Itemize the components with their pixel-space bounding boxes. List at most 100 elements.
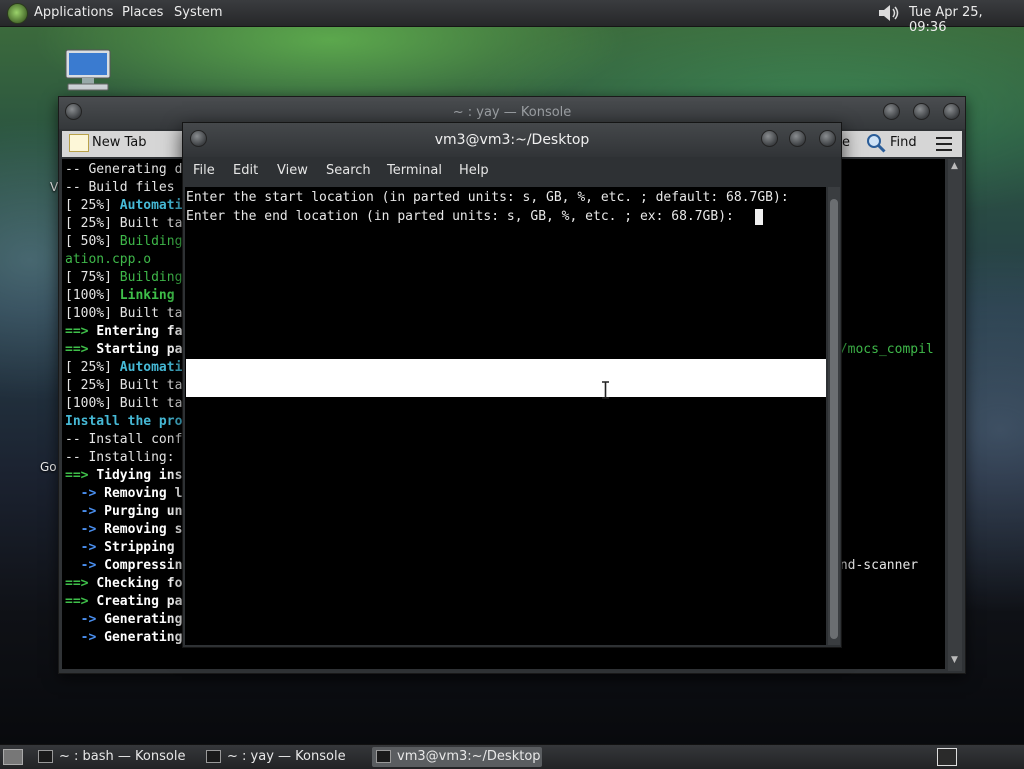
- find-button[interactable]: Find: [890, 135, 917, 150]
- terminal-line-fragment: n/mocs_compil: [832, 342, 934, 357]
- terminal-text-segment: [ 25%] Built ta: [65, 378, 183, 393]
- terminal-line: Enter the end location (in parted units:…: [186, 209, 742, 224]
- terminal-text-segment: ==>: [65, 342, 97, 357]
- menu-help[interactable]: Help: [459, 163, 489, 178]
- terminal-text-segment: Linking: [119, 288, 183, 303]
- computer-icon[interactable]: [64, 48, 112, 92]
- desktop-label-fragment: Go: [40, 460, 57, 474]
- task-vm3-desktop[interactable]: vm3@vm3:~/Desktop: [372, 747, 542, 767]
- terminal-line: [100%] Linking: [65, 287, 182, 305]
- task-bash-konsole[interactable]: ~ : bash — Konsole: [38, 747, 198, 767]
- maximize-button[interactable]: [789, 130, 806, 147]
- terminal-line: ==> Tidying ins: [65, 467, 182, 485]
- minimize-button[interactable]: [883, 103, 900, 120]
- terminal-text-segment: Removing l: [104, 486, 183, 501]
- terminal-line: ation.cpp.o: [65, 251, 151, 269]
- terminal-text-segment: Creating pa: [96, 594, 183, 609]
- terminal-text-segment: Generating: [104, 612, 183, 627]
- terminal-text-segment: Tidying ins: [96, 468, 183, 483]
- terminal-text-segment: Starting pa: [96, 342, 183, 357]
- terminal-text-segment: ==>: [65, 468, 97, 483]
- distro-logo-icon[interactable]: [7, 3, 28, 24]
- close-button[interactable]: [819, 130, 836, 147]
- terminal-text-segment: Building: [119, 270, 183, 285]
- speaker-icon[interactable]: [877, 4, 899, 22]
- terminal-text-segment: Compressin: [104, 558, 183, 573]
- terminal-line: -> Stripping: [65, 539, 182, 557]
- scroll-up-icon[interactable]: ▲: [951, 161, 958, 171]
- window-title: ~ : yay — Konsole: [452, 105, 572, 120]
- menu-edit[interactable]: Edit: [233, 163, 258, 178]
- terminal-text-segment: [ 25%]: [65, 198, 120, 213]
- minimize-button[interactable]: [761, 130, 778, 147]
- scrollbar[interactable]: ▲ ▼: [948, 159, 962, 671]
- clock[interactable]: Tue Apr 25, 09:36: [909, 5, 1024, 35]
- workspace-switcher[interactable]: [937, 748, 957, 766]
- terminal-line: [ 25%] Built ta: [65, 215, 182, 233]
- terminal-text-segment: ->: [65, 504, 105, 519]
- terminal-text-segment: Generating: [104, 630, 191, 645]
- maximize-button[interactable]: [913, 103, 930, 120]
- system-menu[interactable]: System: [174, 5, 222, 20]
- new-tab-icon[interactable]: [69, 134, 89, 152]
- terminal-text-segment: Removing s: [104, 522, 183, 537]
- terminal-text-segment: ==>: [65, 576, 97, 591]
- terminal-text-segment: Purging un: [104, 504, 183, 519]
- close-button[interactable]: [943, 103, 960, 120]
- window-title: vm3@vm3:~/Desktop: [434, 132, 590, 148]
- terminal-line: Enter the start location (in parted unit…: [186, 190, 789, 205]
- search-icon[interactable]: [866, 133, 886, 153]
- terminal-icon: [206, 750, 221, 763]
- terminal-text-segment: Checking fo: [96, 576, 183, 591]
- terminal-icon: [38, 750, 53, 763]
- menu-file[interactable]: File: [193, 163, 215, 178]
- applications-menu[interactable]: Applications: [34, 5, 113, 20]
- terminal-text-segment: Building: [119, 234, 183, 249]
- terminal-line: ==> Checking fo: [65, 575, 182, 593]
- terminal-line: -> Compressin: [65, 557, 183, 575]
- terminal-text-segment: ==>: [65, 594, 97, 609]
- new-tab-button[interactable]: New Tab: [92, 135, 147, 150]
- terminal-text-segment: -- Build files: [65, 180, 183, 195]
- terminal-line: -> Purging un: [65, 503, 183, 521]
- show-desktop-icon[interactable]: [3, 749, 23, 765]
- terminal-line: [ 50%] Building: [65, 233, 182, 251]
- terminal-text-segment: -- Installing:: [65, 450, 183, 465]
- terminal-text-segment: Entering fa: [96, 324, 183, 339]
- terminal-line: Install the pro: [65, 413, 182, 431]
- terminal-icon: [376, 750, 391, 763]
- task-yay-konsole[interactable]: ~ : yay — Konsole: [206, 747, 366, 767]
- terminal-line: -> Removing l: [65, 485, 183, 503]
- terminal-text-segment: Automati: [119, 198, 183, 213]
- hamburger-menu-icon[interactable]: [936, 137, 952, 151]
- text-cursor-icon: [602, 381, 609, 399]
- window-titlebar[interactable]: vm3@vm3:~/Desktop: [183, 123, 841, 157]
- menu-view[interactable]: View: [277, 163, 308, 178]
- terminal-line: -- Build files: [65, 179, 182, 197]
- terminal-text-segment: [100%] Built ta: [65, 306, 183, 321]
- scroll-down-icon[interactable]: ▼: [951, 655, 958, 665]
- terminal-output[interactable]: Enter the start location (in parted unit…: [185, 187, 826, 645]
- menu-bar: File Edit View Search Terminal Help: [183, 159, 841, 183]
- terminal-text-segment: ->: [65, 486, 105, 501]
- scrollbar[interactable]: [828, 187, 840, 645]
- toolbar-label-fragment: e: [842, 135, 850, 150]
- terminal-text-segment: [100%] Built ta: [65, 396, 183, 411]
- terminal-line-fragment: and-scanner: [832, 558, 919, 573]
- terminal-text-segment: ation.cpp.o: [65, 252, 152, 267]
- terminal-text-segment: ->: [65, 558, 105, 573]
- terminal-desktop-window[interactable]: vm3@vm3:~/Desktop File Edit View Search …: [182, 122, 842, 648]
- terminal-line: -> Generating: [65, 611, 183, 629]
- terminal-text-segment: ->: [65, 630, 105, 645]
- task-label: vm3@vm3:~/Desktop: [397, 749, 541, 764]
- terminal-line: -- Generating d: [65, 161, 182, 179]
- terminal-text-segment: -- Generating d: [65, 162, 183, 177]
- menu-terminal[interactable]: Terminal: [387, 163, 442, 178]
- terminal-line: -- Install conf: [65, 431, 182, 449]
- menu-search[interactable]: Search: [326, 163, 371, 178]
- terminal-text-segment: [ 25%] Built ta: [65, 216, 183, 231]
- terminal-line: -- Installing:: [65, 449, 182, 467]
- scrollbar-thumb[interactable]: [830, 199, 838, 639]
- places-menu[interactable]: Places: [122, 5, 163, 20]
- taskbar: ~ : bash — Konsole ~ : yay — Konsole vm3…: [0, 744, 1024, 769]
